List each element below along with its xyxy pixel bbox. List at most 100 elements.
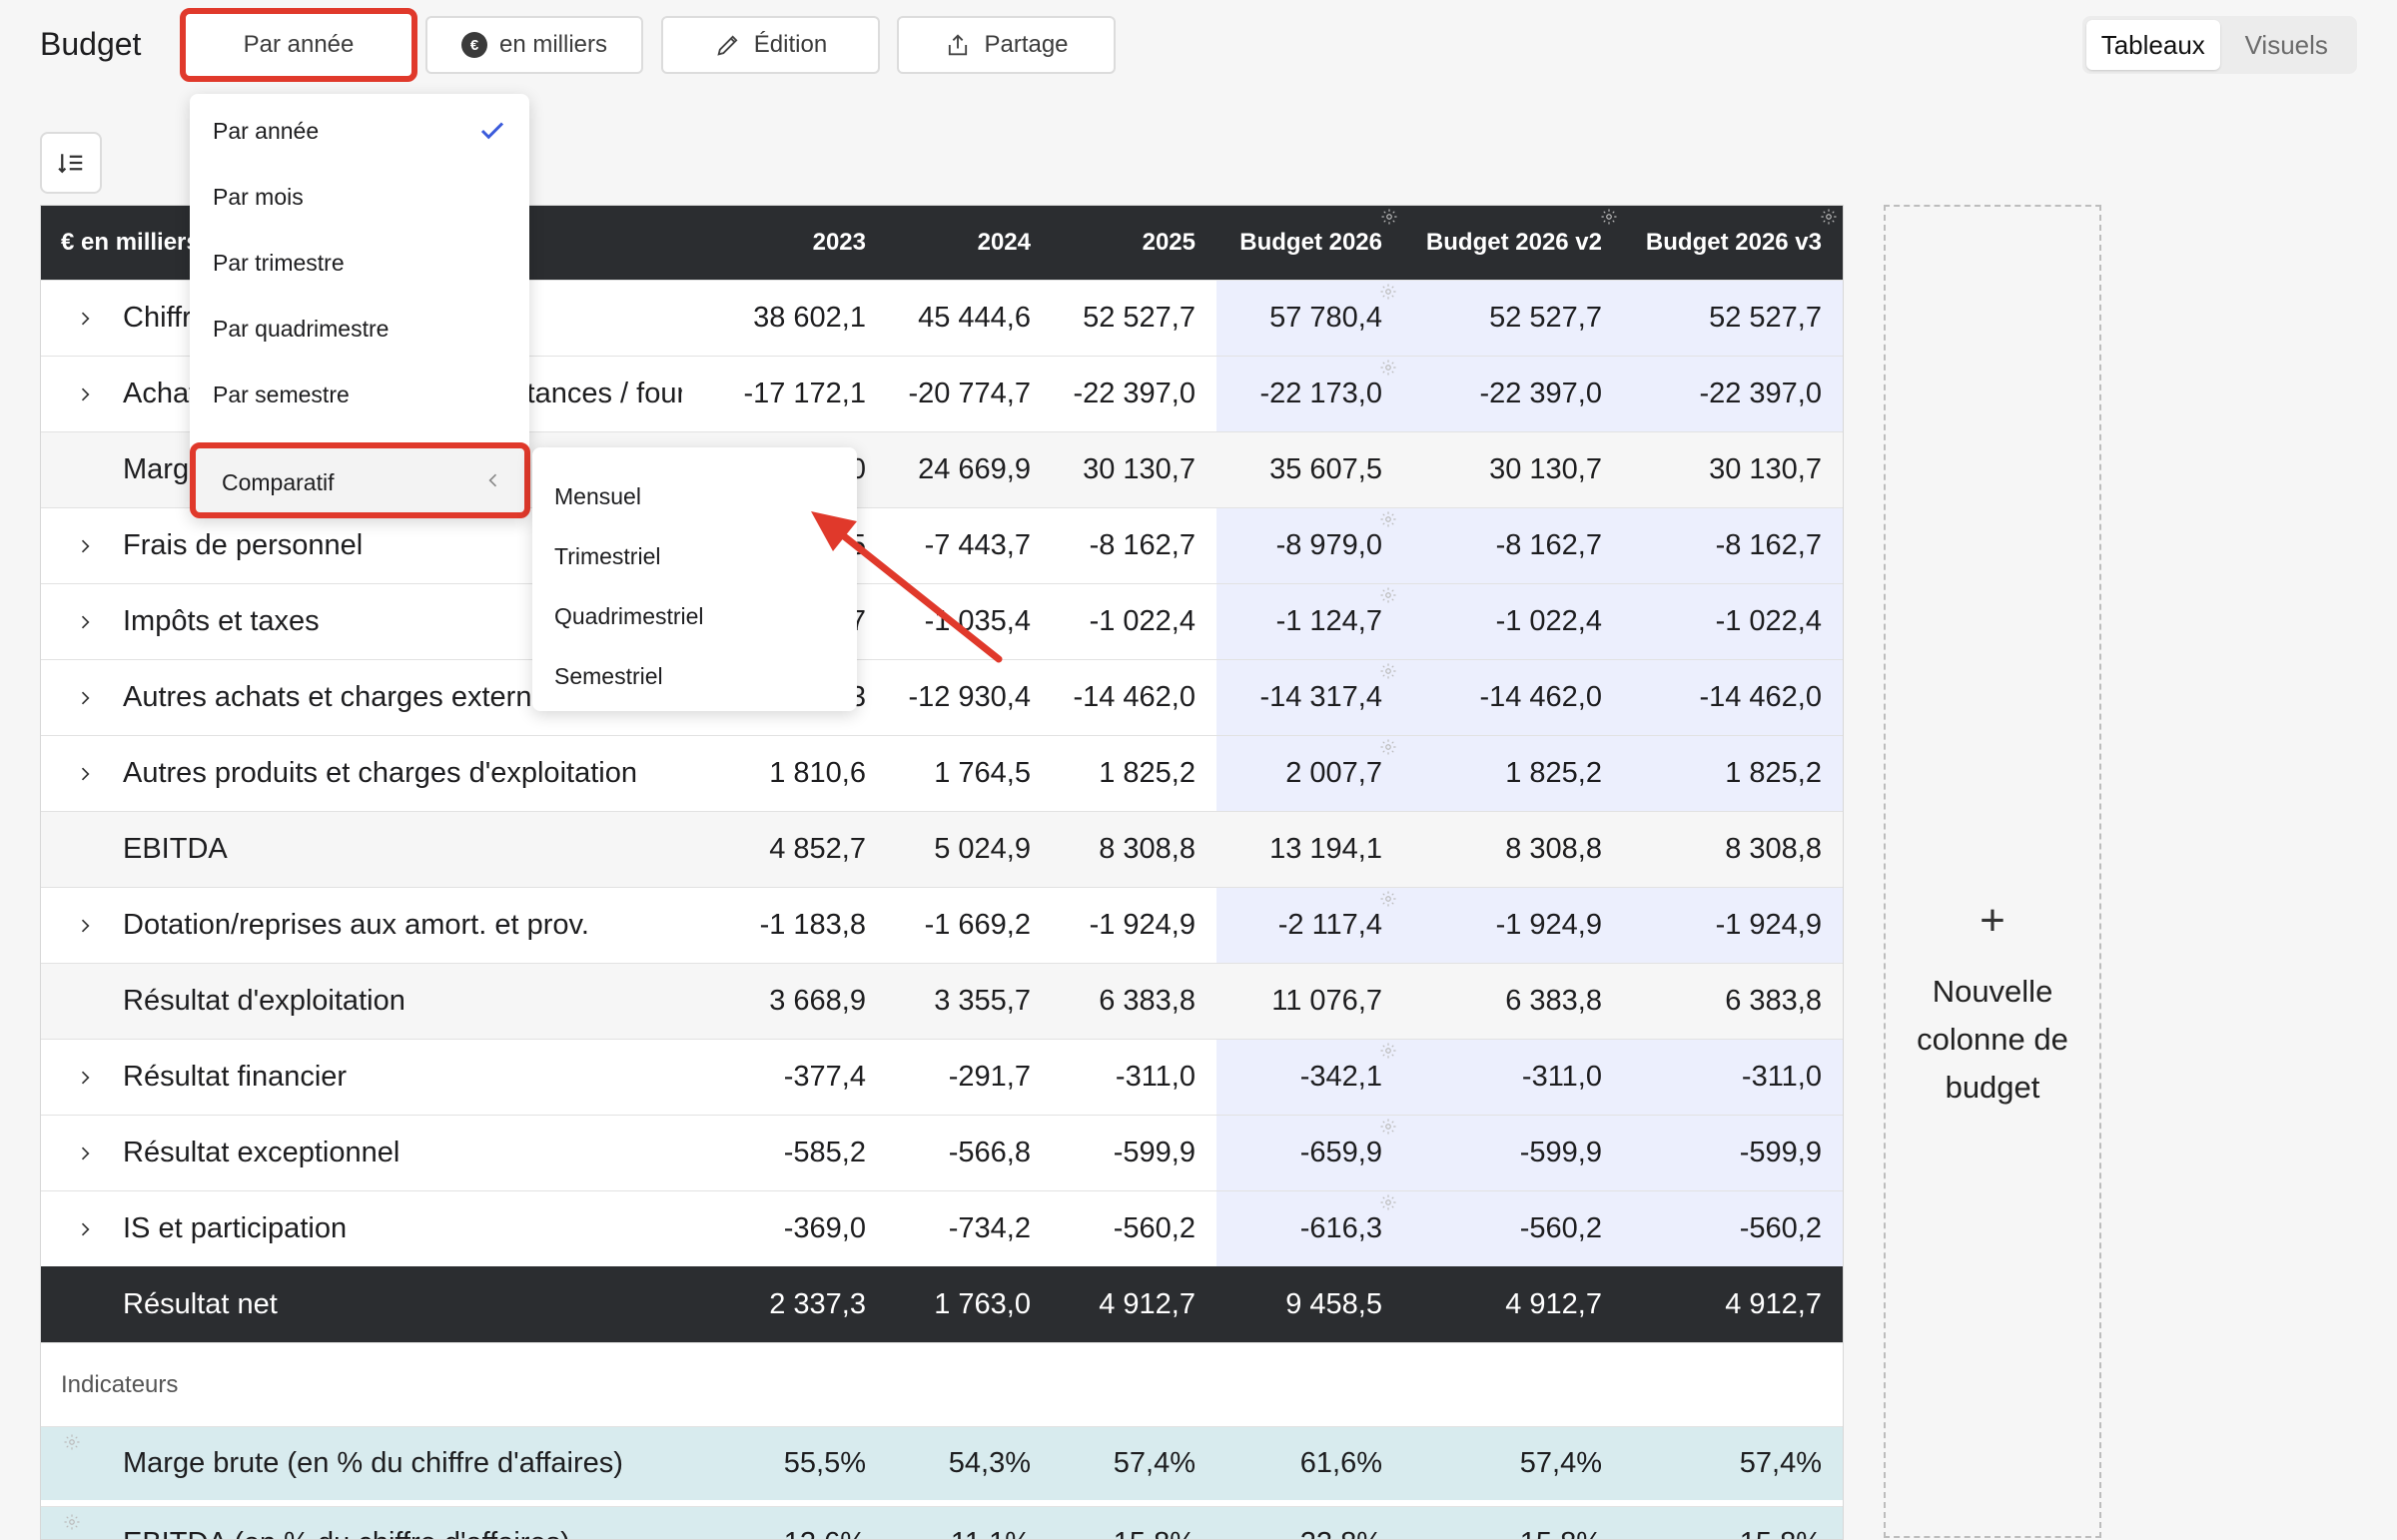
chevron-right-icon[interactable] [75,1116,95,1190]
row-value: 52 527,7 [1489,302,1602,334]
row-value: 1 810,6 [769,757,866,789]
row-value: -560,2 [1519,1212,1602,1244]
row-value: 1 825,2 [1725,757,1822,789]
row-value: 5 024,9 [934,833,1031,865]
gear-icon[interactable] [1820,208,1838,226]
row-value: -1 924,9 [1089,909,1196,941]
gear-icon[interactable] [1379,738,1397,756]
row-value: 24 669,9 [918,453,1031,485]
sort-icon [58,154,83,174]
gear-icon[interactable] [1379,1118,1397,1136]
row-value: -8 979,0 [1275,529,1382,561]
tab-tableaux[interactable]: Tableaux [2086,20,2220,70]
submenu-item-trimestriel[interactable]: Trimestriel [554,543,660,570]
gear-icon[interactable] [1379,662,1397,680]
row-value: -377,4 [783,1061,866,1093]
row-value: 6 383,8 [1099,985,1196,1017]
sort-button[interactable] [40,132,102,194]
row-value: -599,9 [1519,1137,1602,1168]
gear-icon[interactable] [63,1433,81,1451]
euro-icon: € [460,32,487,58]
row-value: 8 308,8 [1099,833,1196,865]
submenu-item-quadrimestriel[interactable]: Quadrimestriel [554,603,704,630]
gear-icon[interactable] [1379,359,1397,377]
gear-icon[interactable] [1379,283,1397,301]
row-value: -8 162,7 [1089,529,1196,561]
row-value: -1 035,4 [924,605,1031,637]
menu-item-par-semestre[interactable]: Par semestre [213,382,350,408]
row-value: -1 022,4 [1495,605,1602,637]
row-value: -599,9 [1113,1137,1196,1168]
row-label: IS et participation [123,1212,348,1244]
checkmark-icon [480,122,504,140]
row-value: -1 183,8 [759,909,866,941]
column-header[interactable]: 2024 [841,206,1031,280]
table-row: Autres achats et charges externes-10 854… [41,659,1843,735]
chevron-right-icon[interactable] [75,888,95,963]
row-value: -1 924,9 [1715,909,1822,941]
menu-item-par-annee[interactable]: Par année [213,118,319,145]
menu-item-par-mois[interactable]: Par mois [213,184,304,211]
submenu-item-mensuel[interactable]: Mensuel [554,483,641,510]
indicator-value: 55,5% [783,1447,866,1479]
indicator-value: 22,8% [1202,1507,1382,1539]
table-row: Résultat exceptionnel -585,2 -566,8 -599,9 -… [41,1115,1843,1190]
gear-icon[interactable] [1379,1193,1397,1211]
chevron-right-icon[interactable] [75,508,95,583]
chevron-right-icon[interactable] [75,660,95,735]
gear-icon[interactable] [1379,890,1397,908]
row-value: 30 130,7 [1489,453,1602,485]
row-value: -369,0 [783,1212,866,1244]
indicator-label: Marge brute (en % du chiffre d'affaires) [123,1447,623,1479]
chevron-right-icon[interactable] [75,281,95,356]
row-label: Résultat exceptionnel [123,1137,400,1168]
new-budget-column-button[interactable]: + Nouvelle colonne de budget [1884,205,2101,1538]
chevron-left-icon [488,473,497,487]
table-row: EBITDA 4 852,7 5 024,9 8 308,8 13 194,1 8 308… [41,811,1843,887]
row-value: 35 607,5 [1269,453,1382,485]
chevron-right-icon[interactable] [75,736,95,811]
row-value: 1 825,2 [1099,757,1196,789]
chevron-right-icon[interactable] [75,357,95,431]
column-header[interactable]: Budget 2026 v2 [1362,206,1602,280]
edit-label: Édition [753,31,828,58]
menu-item-comparatif[interactable]: Comparatif [190,442,530,518]
column-header[interactable]: 2025 [1006,206,1196,280]
chevron-right-icon[interactable] [75,1040,95,1115]
column-header[interactable]: Budget 2026 v3 [1582,206,1822,280]
row-value: 1 764,5 [934,757,1031,789]
row-value: 4 852,7 [769,833,866,865]
unit-button[interactable]: € en milliers [425,16,643,74]
column-header[interactable]: Budget 2026 [1173,206,1382,280]
row-value: 4 912,7 [1099,1287,1196,1320]
period-dropdown-button[interactable]: Par année [180,8,417,82]
page-title: Budget [40,26,142,62]
menu-item-par-trimestre[interactable]: Par trimestre [213,250,345,277]
row-value: 57 780,4 [1269,302,1382,334]
menu-item-par-quadrimestre[interactable]: Par quadrimestre [213,316,389,343]
row-label: Autres produits et charges d'exploitatio… [123,757,637,789]
tab-visuels[interactable]: Visuels [2220,20,2354,70]
gear-icon[interactable] [1379,510,1397,528]
row-value: 1 763,0 [934,1287,1031,1320]
row-value: 45 444,6 [918,302,1031,334]
row-value: -566,8 [948,1137,1031,1168]
chevron-right-icon[interactable] [75,1191,95,1266]
gear-icon[interactable] [63,1513,81,1531]
chevron-right-icon[interactable] [75,584,95,659]
column-header[interactable]: 2023 [666,206,866,280]
gear-icon[interactable] [1379,1042,1397,1060]
submenu-item-semestriel[interactable]: Semestriel [554,663,663,690]
row-value: -311,0 [1741,1061,1822,1093]
gear-icon[interactable] [1379,586,1397,604]
row-value: -342,1 [1299,1061,1382,1093]
row-value: 52 527,7 [1709,302,1822,334]
row-value: -585,2 [783,1137,866,1168]
row-label: Résultat d'exploitation [123,985,405,1017]
table-row: Frais de personnel-6 625,5-7 443,7-8 162… [41,507,1843,583]
edit-button[interactable]: Édition [661,16,880,74]
table-row: Impôts et taxes-907,7-1 035,4-1 022,4-1 … [41,583,1843,659]
share-button[interactable]: Partage [897,16,1116,74]
row-value: -8 162,7 [1495,529,1602,561]
indicator-label: EBITDA (en % du chiffre d'affaires) [123,1507,742,1539]
